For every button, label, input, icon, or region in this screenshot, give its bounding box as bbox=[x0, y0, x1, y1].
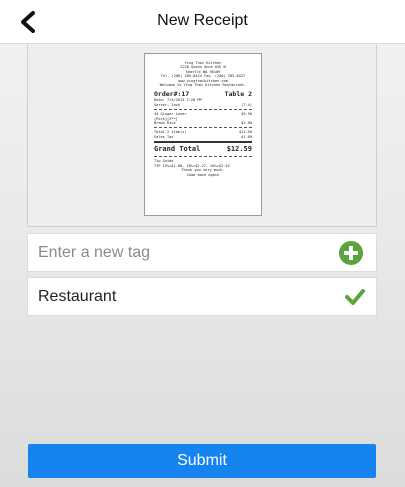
receipt-table: Table 2 bbox=[224, 90, 252, 99]
page-title: New Receipt bbox=[157, 12, 248, 29]
receipt-come-back: Come back again bbox=[186, 172, 220, 177]
receipt-server-num: (T.4) bbox=[241, 102, 252, 107]
receipt-item-price: $9.50 bbox=[241, 112, 252, 117]
submit-button[interactable]: Submit bbox=[28, 444, 376, 478]
receipt-image: Ying Thai Kitchen 2220 Queen Anne AVE N … bbox=[144, 53, 262, 216]
receipt-welcome: Welcome to Ying Thai Kitchen Restaurant. bbox=[159, 83, 247, 88]
receipt-item-name: Brown Rice bbox=[154, 121, 176, 126]
tag-label: Restaurant bbox=[38, 288, 117, 305]
receipt-tax-value: $1.09 bbox=[241, 134, 252, 139]
receipt-grand-total-value: $12.59 bbox=[226, 145, 252, 154]
receipt-tax-label: Sales Tax bbox=[154, 134, 174, 139]
check-icon[interactable] bbox=[345, 287, 365, 307]
receipt-server: Server: Jack bbox=[154, 102, 180, 107]
new-tag-row bbox=[27, 233, 377, 272]
add-tag-button[interactable] bbox=[339, 241, 363, 265]
tag-item[interactable]: Restaurant bbox=[27, 277, 377, 316]
receipt-photo-area[interactable]: Ying Thai Kitchen 2220 Queen Anne AVE N … bbox=[27, 45, 377, 227]
receipt-phone: Tel. (206) 285-8424 Fax. (206) 285-8427 bbox=[160, 74, 246, 79]
receipt-item-price: $2.00 bbox=[241, 121, 252, 126]
new-tag-input[interactable] bbox=[38, 234, 328, 271]
header-bar: New Receipt bbox=[0, 0, 405, 44]
receipt-grand-total-label: Grand Total bbox=[154, 145, 201, 154]
receipt-order-number: Order#:17 bbox=[154, 90, 190, 99]
